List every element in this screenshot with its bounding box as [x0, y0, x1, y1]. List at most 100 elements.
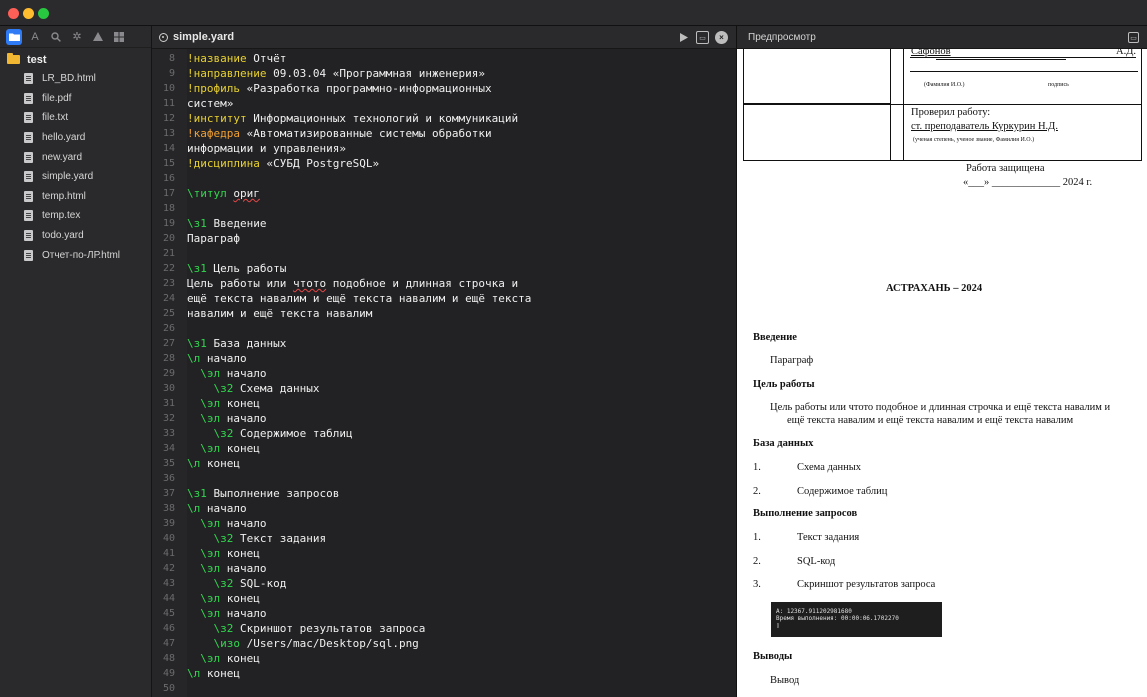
- code-line[interactable]: 50: [152, 681, 736, 696]
- code-line[interactable]: 36: [152, 471, 736, 486]
- code-line[interactable]: 14 информации и управления»: [152, 141, 736, 156]
- file-item[interactable]: new.yard: [0, 147, 151, 167]
- code-line[interactable]: 23 Цель работы или чтото подобное и длинн…: [152, 276, 736, 291]
- code-line[interactable]: 43 \з2 SQL-код: [152, 576, 736, 591]
- code-line[interactable]: 49 \л конец: [152, 666, 736, 681]
- folder-icon[interactable]: [6, 28, 22, 45]
- code-line[interactable]: 39 \эл начало: [152, 516, 736, 531]
- code-line[interactable]: 42 \эл начало: [152, 561, 736, 576]
- code-text: !дисциплина «СУБД PostgreSQL»: [187, 156, 379, 171]
- code-line[interactable]: 35 \л конец: [152, 456, 736, 471]
- file-item[interactable]: hello.yard: [0, 128, 151, 148]
- line-number: 8: [168, 53, 175, 64]
- file-label: LR_BD.html: [42, 73, 96, 85]
- code-line[interactable]: 31 \эл конец: [152, 396, 736, 411]
- file-item[interactable]: LR_BD.html: [0, 69, 151, 89]
- code-line[interactable]: 16: [152, 171, 736, 186]
- code-line[interactable]: 12 !институт Информационных технологий и …: [152, 111, 736, 126]
- signature-table: Сафонов А.Д. (Фамилия И.О.) подпись Пров…: [743, 49, 1142, 161]
- code-line[interactable]: 13 !кафедра «Автоматизированные системы о…: [152, 126, 736, 141]
- gear-icon[interactable]: ✲: [69, 29, 85, 45]
- code-line[interactable]: 40 \з2 Текст задания: [152, 531, 736, 546]
- code-text: \з1 Введение: [187, 216, 266, 231]
- code-line[interactable]: 20 Параграф: [152, 231, 736, 246]
- code-line[interactable]: 45 \эл начало: [152, 606, 736, 621]
- editor-tab-bar: simple.yard ▭ ×: [152, 26, 736, 49]
- code-line[interactable]: 38 \л начало: [152, 501, 736, 516]
- grid-icon[interactable]: [111, 29, 127, 45]
- list-item: Скриншот результатов запроса: [797, 579, 936, 590]
- preview-title: Предпросмотр: [748, 31, 816, 43]
- file-item[interactable]: todo.yard: [0, 226, 151, 246]
- warning-icon[interactable]: [90, 29, 106, 45]
- code-line[interactable]: 21: [152, 246, 736, 261]
- code-line[interactable]: 22 \з1 Цель работы: [152, 261, 736, 276]
- run-icon[interactable]: [677, 31, 690, 44]
- code-text: \л конец: [187, 666, 240, 681]
- document-preview[interactable]: Сафонов А.Д. (Фамилия И.О.) подпись Пров…: [737, 49, 1147, 697]
- paragraph: Вывод: [770, 675, 800, 686]
- line-number: 36: [162, 473, 175, 484]
- code-token-kw: !название: [187, 52, 247, 65]
- line-number: 41: [162, 548, 175, 559]
- line-number: 18: [162, 203, 175, 214]
- code-text: !название Отчёт: [187, 51, 286, 66]
- close-icon[interactable]: ×: [715, 31, 728, 44]
- paragraph: ещё текста навалим и ещё текста навалим …: [787, 415, 1074, 426]
- code-line[interactable]: 25 навалим и ещё текста навалим: [152, 306, 736, 321]
- code-line[interactable]: 33 \з2 Содержимое таблиц: [152, 426, 736, 441]
- code-line[interactable]: 30 \з2 Схема данных: [152, 381, 736, 396]
- code-line[interactable]: 41 \эл конец: [152, 546, 736, 561]
- maximize-window-button[interactable]: [38, 8, 49, 19]
- file-item[interactable]: Отчет-по-ЛР.html: [0, 245, 151, 265]
- code-line[interactable]: 19 \з1 Введение: [152, 216, 736, 231]
- file-item[interactable]: temp.html: [0, 187, 151, 207]
- file-item[interactable]: file.pdf: [0, 89, 151, 109]
- line-number: 43: [162, 578, 175, 589]
- paragraph: Цель работы или чтото подобное и длинная…: [770, 402, 1111, 413]
- code-line[interactable]: 17 \титул ориг: [152, 186, 736, 201]
- code-token: подобное и длинная строчка и: [326, 277, 519, 290]
- save-icon[interactable]: ▭: [1128, 32, 1139, 43]
- code-line[interactable]: 37 \з1 Выполнение запросов: [152, 486, 736, 501]
- code-line[interactable]: 44 \эл конец: [152, 591, 736, 606]
- code-line[interactable]: 29 \эл начало: [152, 366, 736, 381]
- code-line[interactable]: 8 !название Отчёт: [152, 51, 736, 66]
- code-line[interactable]: 26: [152, 321, 736, 336]
- close-window-button[interactable]: [8, 8, 19, 19]
- save-icon[interactable]: ▭: [696, 31, 709, 44]
- search-icon[interactable]: [48, 29, 64, 45]
- code-line[interactable]: 48 \эл конец: [152, 651, 736, 666]
- code-text: Цель работы или чтото подобное и длинная…: [187, 276, 518, 291]
- code-line[interactable]: 10 !профиль «Разработка программно-информ…: [152, 81, 736, 96]
- line-number: 49: [162, 668, 175, 679]
- code-line[interactable]: 27 \з1 База данных: [152, 336, 736, 351]
- folder-test[interactable]: test: [0, 50, 151, 69]
- file-item[interactable]: simple.yard: [0, 167, 151, 187]
- city-year: АСТРАХАНЬ – 2024: [886, 283, 983, 294]
- tab-simple-yard[interactable]: simple.yard: [173, 31, 234, 43]
- code-line[interactable]: 32 \эл начало: [152, 411, 736, 426]
- code-line[interactable]: 28 \л начало: [152, 351, 736, 366]
- code-text: \з1 Выполнение запросов: [187, 486, 339, 501]
- code-line[interactable]: 18: [152, 201, 736, 216]
- date-line: «___» _____________ 2024 г.: [963, 177, 1093, 188]
- code-token-cmd: \л: [187, 667, 201, 680]
- text-icon[interactable]: A: [27, 29, 43, 45]
- code-line[interactable]: 11 систем»: [152, 96, 736, 111]
- line-number: 17: [162, 188, 175, 199]
- code-line[interactable]: 9 !направление 09.03.04 «Программная инже…: [152, 66, 736, 81]
- code-token: начало: [220, 607, 267, 620]
- file-item[interactable]: file.txt: [0, 108, 151, 128]
- line-number: 31: [162, 398, 175, 409]
- code-area[interactable]: 8 !название Отчёт 9 !направление 09.03.04 «…: [152, 49, 736, 697]
- code-line[interactable]: 15 !дисциплина «СУБД PostgreSQL»: [152, 156, 736, 171]
- file-item[interactable]: temp.tex: [0, 206, 151, 226]
- code-line[interactable]: 34 \эл конец: [152, 441, 736, 456]
- code-text: \л начало: [187, 501, 247, 516]
- code-line[interactable]: 46 \з2 Скриншот результатов запроса: [152, 621, 736, 636]
- code-line[interactable]: 24 ещё текста навалим и ещё текста навали…: [152, 291, 736, 306]
- code-line[interactable]: 47 \изо /Users/mac/Desktop/sql.png: [152, 636, 736, 651]
- preview-pane: Предпросмотр ▭ Сафонов А.Д. (Фамилия И.О…: [736, 26, 1147, 697]
- minimize-window-button[interactable]: [23, 8, 34, 19]
